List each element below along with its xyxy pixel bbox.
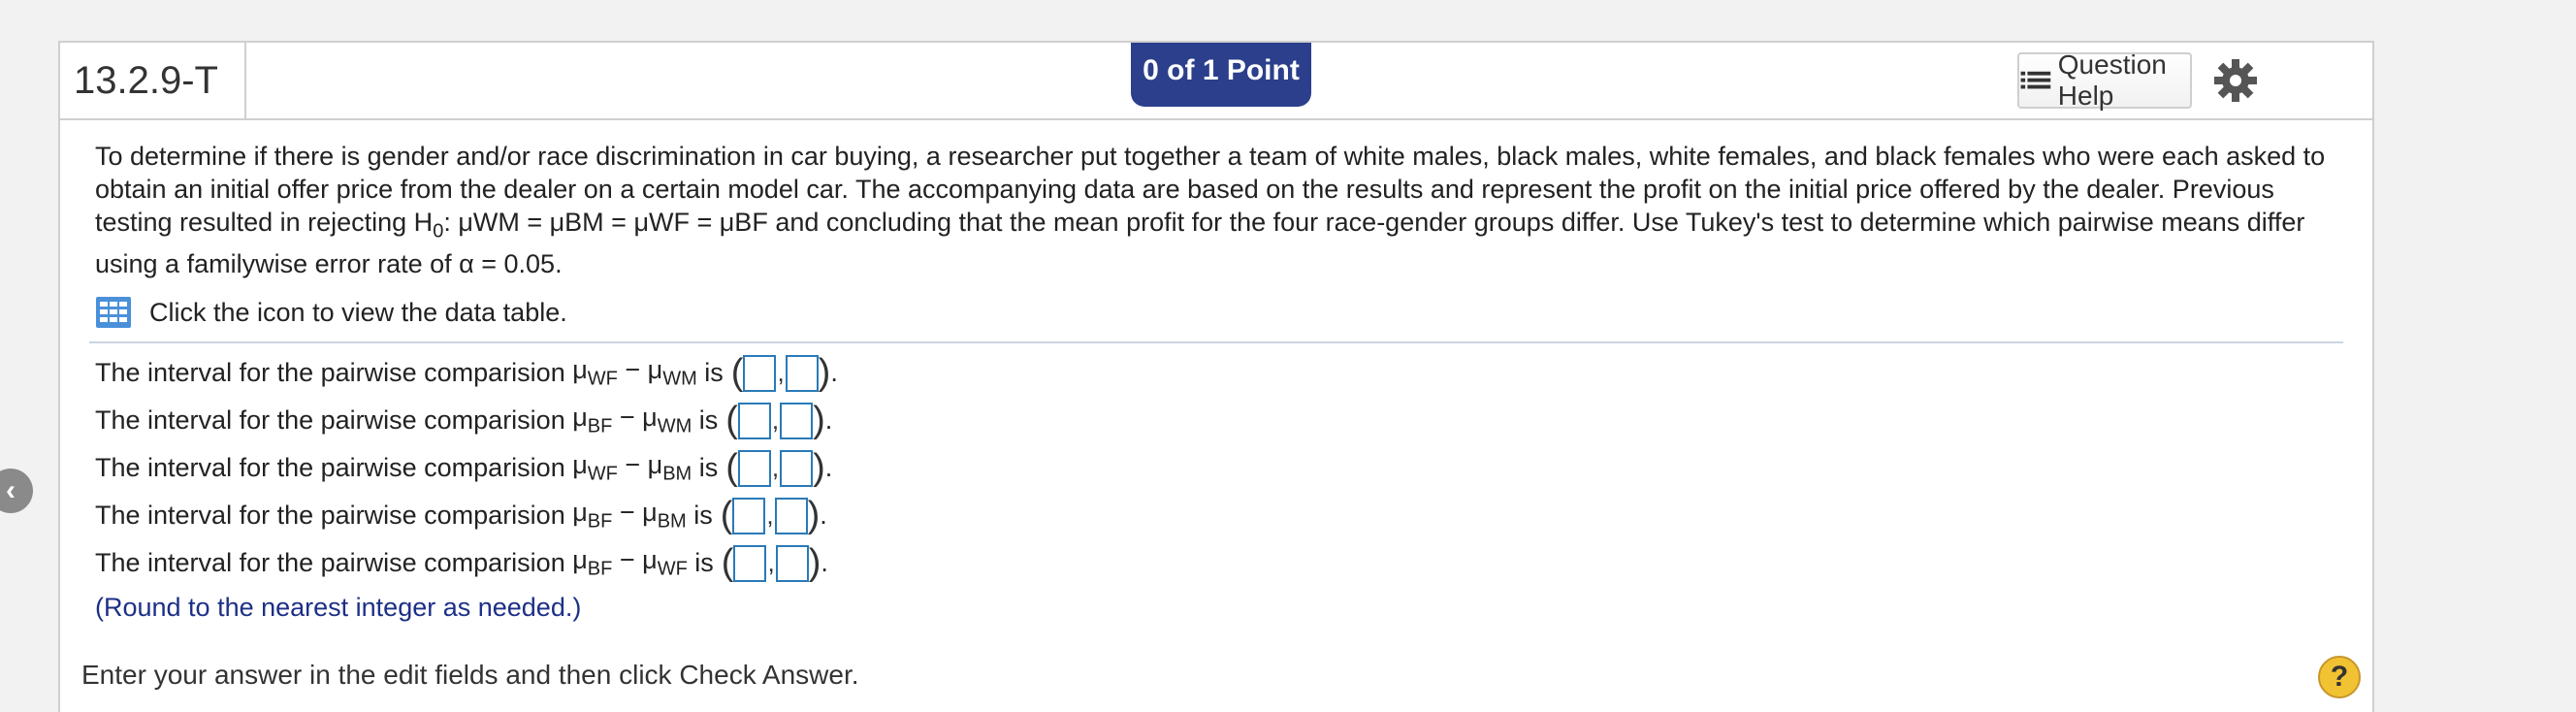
problem-statement: To determine if there is gender and/or r… xyxy=(95,142,2326,279)
interval-upper-input[interactable] xyxy=(774,497,808,534)
answer-row: The interval for the pairwise comparisio… xyxy=(95,352,838,393)
answer-row: The interval for the pairwise comparisio… xyxy=(95,447,833,488)
interval-input-group: (,) xyxy=(721,542,821,583)
answer-row: The interval for the pairwise comparisio… xyxy=(95,495,827,535)
points-badge: 0 of 1 Point xyxy=(1131,43,1311,107)
interval-input-group: (,) xyxy=(725,400,825,440)
interval-upper-input[interactable] xyxy=(785,354,819,392)
problem-content: To determine if there is gender and/or r… xyxy=(95,140,2326,329)
footer-instructions: Enter your answer in the edit fields and… xyxy=(81,660,859,690)
interval-upper-input[interactable] xyxy=(775,544,809,582)
interval-input-group: (,) xyxy=(720,495,821,535)
interval-lower-input[interactable] xyxy=(737,449,771,487)
question-help-button[interactable]: Question Help xyxy=(2017,49,2192,111)
interval-input-group: (,) xyxy=(725,447,825,488)
answers-section: The interval for the pairwise comparisio… xyxy=(95,349,838,623)
divider xyxy=(89,341,2343,343)
rounding-note: (Round to the nearest integer as needed.… xyxy=(95,593,582,622)
interval-lower-input[interactable] xyxy=(737,402,771,439)
back-arrow-icon[interactable]: ‹ xyxy=(0,469,33,513)
question-header: 13.2.9-T 0 of 1 Point Question Help xyxy=(60,43,2372,120)
interval-lower-input[interactable] xyxy=(733,544,767,582)
interval-lower-input[interactable] xyxy=(743,354,777,392)
table-icon[interactable] xyxy=(95,296,132,329)
interval-upper-input[interactable] xyxy=(780,449,814,487)
data-table-link-label[interactable]: Click the icon to view the data table. xyxy=(149,298,567,328)
data-table-link[interactable]: Click the icon to view the data table. xyxy=(95,296,2326,329)
list-icon xyxy=(2020,71,2051,89)
help-circle-icon[interactable]: ? xyxy=(2318,656,2361,698)
gear-icon[interactable] xyxy=(2213,58,2258,103)
answer-row: The interval for the pairwise comparisio… xyxy=(95,400,833,440)
answer-row: The interval for the pairwise comparisio… xyxy=(95,542,828,583)
question-panel: 13.2.9-T 0 of 1 Point Question Help To d… xyxy=(58,41,2374,712)
interval-lower-input[interactable] xyxy=(732,497,766,534)
question-help-label: Question Help xyxy=(2057,49,2167,111)
interval-upper-input[interactable] xyxy=(780,402,814,439)
question-id: 13.2.9-T xyxy=(60,43,246,118)
interval-input-group: (,) xyxy=(730,352,831,393)
